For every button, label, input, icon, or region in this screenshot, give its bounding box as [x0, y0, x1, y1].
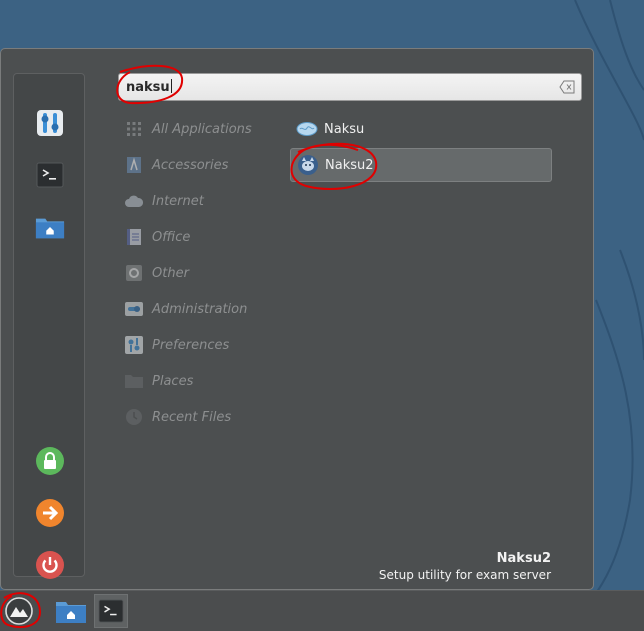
naksu2-cat-icon	[297, 154, 319, 176]
logout-icon	[36, 499, 64, 527]
category-internet[interactable]: Internet	[125, 190, 204, 212]
app-label: Naksu2	[325, 157, 374, 173]
category-other[interactable]: Other	[125, 262, 189, 284]
application-menu: naksu All Applications Accessories Inter…	[0, 48, 594, 590]
settings-icon	[37, 110, 63, 136]
home-folder-icon	[35, 218, 65, 239]
terminal-icon	[98, 599, 124, 623]
category-label: Places	[152, 373, 194, 389]
home-folder-icon	[56, 602, 86, 623]
category-label: Internet	[152, 193, 204, 209]
favorite-settings[interactable]	[35, 108, 65, 138]
app-description-title: Naksu2	[496, 551, 551, 566]
category-recent-files[interactable]: Recent Files	[125, 406, 231, 428]
accessories-icon	[125, 156, 143, 174]
search-input-value: naksu	[126, 79, 172, 95]
category-label: Office	[152, 229, 191, 245]
toggle-icon	[125, 300, 143, 318]
logout-button[interactable]	[35, 498, 65, 528]
search-input[interactable]: naksu	[118, 73, 582, 101]
taskbar-terminal-button[interactable]	[94, 594, 128, 628]
app-result-naksu2[interactable]: Naksu2	[290, 148, 552, 182]
category-accessories[interactable]: Accessories	[125, 154, 228, 176]
category-label: Preferences	[152, 337, 230, 353]
favorites-sidebar	[13, 73, 85, 580]
category-administration[interactable]: Administration	[125, 298, 247, 320]
naksu-brain-icon	[296, 118, 318, 140]
category-label: Accessories	[152, 157, 229, 173]
favorite-home-folder[interactable]	[35, 212, 65, 242]
category-label: All Applications	[152, 121, 252, 137]
taskbar	[0, 590, 644, 631]
terminal-icon	[36, 162, 64, 188]
category-places[interactable]: Places	[125, 370, 193, 392]
menu-launcher-button[interactable]	[2, 594, 36, 628]
lock-screen-button[interactable]	[35, 446, 65, 476]
clear-search-icon[interactable]	[559, 80, 575, 94]
app-label: Naksu	[324, 121, 365, 137]
grid-icon	[125, 120, 143, 138]
taskbar-files-button[interactable]	[54, 594, 88, 628]
power-icon	[36, 551, 64, 579]
category-all-applications[interactable]: All Applications	[125, 118, 252, 140]
cloud-icon	[125, 192, 143, 210]
os-logo-icon	[5, 597, 33, 625]
lock-screen-icon	[36, 447, 64, 475]
category-label: Administration	[152, 301, 248, 317]
document-icon	[125, 228, 143, 246]
power-button[interactable]	[35, 550, 65, 580]
app-result-naksu[interactable]: Naksu	[290, 112, 552, 146]
category-label: Other	[152, 265, 189, 281]
recent-icon	[125, 408, 143, 426]
preferences-icon	[125, 336, 143, 354]
category-office[interactable]: Office	[125, 226, 190, 248]
app-description-subtitle: Setup utility for exam server	[378, 568, 551, 582]
folder-icon	[125, 372, 143, 390]
category-label: Recent Files	[152, 409, 232, 425]
gear-icon	[125, 264, 143, 282]
favorite-terminal[interactable]	[35, 160, 65, 190]
category-preferences[interactable]: Preferences	[125, 334, 229, 356]
